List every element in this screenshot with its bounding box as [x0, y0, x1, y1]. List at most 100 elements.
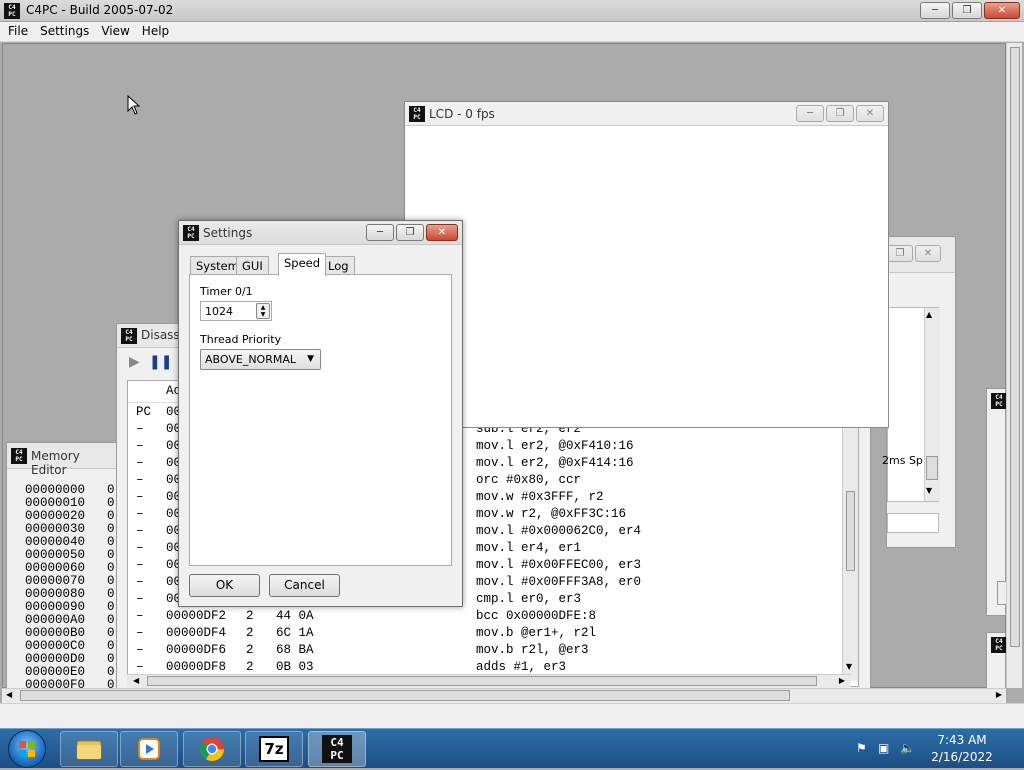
thread-priority-value: ABOVE_NORMAL	[205, 353, 296, 366]
right-edge-window[interactable]: C4 PC	[986, 388, 1007, 616]
disassembly-instr: bcc 0x00000DFE:8	[476, 609, 597, 623]
minimize-button[interactable]: ─	[920, 2, 950, 19]
tab-speed[interactable]: Speed	[278, 253, 327, 276]
lcd-close-button[interactable]: ✕	[856, 105, 884, 122]
memory-row[interactable]: 00000020 0	[25, 509, 115, 523]
main-vscrollbar[interactable]	[1006, 43, 1022, 688]
menu-file[interactable]: File	[2, 22, 34, 41]
memory-address: 00000080	[25, 587, 86, 601]
taskbar-chrome[interactable]	[183, 731, 241, 767]
lcd-restore-button[interactable]: ❐	[826, 105, 854, 122]
memory-value-fragment: 0	[107, 639, 115, 653]
menu-help[interactable]: Help	[136, 22, 175, 41]
side-window-restore-button[interactable]: ❐	[887, 245, 913, 262]
volume-icon[interactable]: 🔈	[900, 741, 916, 757]
scroll-down-icon[interactable]: ▼	[926, 486, 932, 495]
main-hscrollbar[interactable]: ◀ ▶	[2, 688, 1006, 703]
restore-button[interactable]: ❐	[952, 2, 982, 19]
scroll-left-icon[interactable]: ◀	[6, 690, 12, 699]
ok-button[interactable]: OK	[189, 574, 260, 597]
memory-value-fragment: 0	[107, 665, 115, 679]
timer-spinbox[interactable]: 1024 ▲ ▼	[200, 301, 272, 321]
disassembly-hscrollbar[interactable]: ◀ ▶	[127, 674, 851, 688]
memory-row[interactable]: 00000070 0	[25, 574, 115, 588]
disassembly-mark: –	[136, 473, 144, 487]
disassembly-hscroll-thumb[interactable]	[147, 676, 817, 686]
side-window-input[interactable]	[887, 513, 939, 533]
disassembly-len: 2	[246, 626, 254, 640]
chevron-down-icon: ▼	[307, 354, 314, 364]
app-titlebar[interactable]: C4 PC C4PC - Build 2005-07-02 ─ ❐ ✕	[0, 0, 1024, 22]
scroll-right-icon[interactable]: ▶	[996, 690, 1002, 699]
settings-restore-button[interactable]: ❐	[396, 224, 424, 241]
scroll-down-icon[interactable]: ▼	[846, 662, 852, 671]
taskbar-media-player[interactable]	[120, 731, 178, 767]
memory-editor-titlebar[interactable]: C4 PC Memory Editor	[7, 443, 117, 477]
scroll-left-icon[interactable]: ◀	[133, 676, 139, 685]
disassembly-mark: –	[136, 643, 144, 657]
settings-close-button[interactable]: ✕	[426, 224, 458, 241]
memory-editor-window[interactable]: C4 PC Memory Editor 00000000 0 00000010 0 000…	[6, 442, 118, 692]
clock-date[interactable]: 2/16/2022	[922, 750, 1002, 764]
main-hscroll-thumb[interactable]	[20, 690, 790, 701]
clock-time[interactable]: 7:43 AM	[922, 733, 1002, 747]
play-icon[interactable]: ▶	[129, 354, 140, 370]
tab-log[interactable]: Log	[322, 256, 355, 275]
memory-editor-title: Memory Editor	[31, 449, 80, 477]
menu-settings[interactable]: Settings	[34, 22, 95, 41]
memory-address: 000000B0	[25, 626, 86, 640]
memory-row[interactable]: 00000080 0	[25, 587, 115, 601]
pause-icon[interactable]: ❚❚	[149, 354, 172, 370]
lcd-window[interactable]: C4 PC LCD - 0 fps ─ ❐ ✕	[404, 101, 889, 428]
taskbar-explorer[interactable]	[60, 731, 118, 767]
memory-row[interactable]: 00000060 0	[25, 561, 115, 575]
scroll-right-icon[interactable]: ▶	[839, 676, 845, 685]
memory-row[interactable]: 000000A0 0	[25, 613, 115, 627]
close-button[interactable]: ✕	[984, 2, 1020, 19]
side-window-scrollbar[interactable]: ▲ ▼	[924, 308, 940, 501]
memory-row[interactable]: 000000B0 0	[25, 626, 115, 640]
memory-row[interactable]: 00000000 0	[25, 483, 115, 497]
scroll-up-icon[interactable]: ▲	[926, 310, 932, 319]
side-window-scroll-thumb[interactable]	[926, 456, 938, 480]
disassembly-instr: adds #1, er3	[476, 660, 567, 674]
cancel-button[interactable]: Cancel	[269, 574, 340, 597]
tab-gui[interactable]: GUI	[236, 256, 269, 275]
memory-row[interactable]: 00000040 0	[25, 535, 115, 549]
memory-row[interactable]: 000000E0 0	[25, 665, 115, 679]
settings-titlebar[interactable]: C4 PC Settings ─ ❐ ✕	[179, 221, 462, 245]
thread-priority-select[interactable]: ABOVE_NORMAL ▼	[200, 349, 321, 370]
side-window-titlebar[interactable]: ❐ ✕	[887, 237, 955, 273]
memory-address: 000000D0	[25, 652, 86, 666]
spin-updown-icon[interactable]: ▲ ▼	[256, 303, 270, 319]
disassembly-mark: –	[136, 490, 144, 504]
memory-row[interactable]: 00000010 0	[25, 496, 115, 510]
side-window-close-button[interactable]: ✕	[915, 245, 941, 262]
taskbar-7zip[interactable]: 7z	[245, 731, 303, 767]
disassembly-mark: –	[136, 507, 144, 521]
memory-value-fragment: 0	[107, 522, 115, 536]
memory-row[interactable]: 000000C0 0	[25, 639, 115, 653]
side-window-panel: 2ms Sp ▲ ▼	[882, 307, 940, 502]
memory-row[interactable]: 00000030 0	[25, 522, 115, 536]
settings-dialog[interactable]: C4 PC Settings ─ ❐ ✕ System GUI Speed Log…	[178, 220, 463, 607]
side-window[interactable]: ❐ ✕ 2ms Sp ▲ ▼	[882, 236, 956, 548]
network-icon[interactable]: ▣	[878, 741, 894, 757]
lcd-titlebar[interactable]: C4 PC LCD - 0 fps ─ ❐ ✕	[405, 102, 888, 126]
action-center-flag-icon[interactable]: ⚑	[856, 741, 872, 757]
memory-row[interactable]: 000000D0 0	[25, 652, 115, 666]
lcd-minimize-button[interactable]: ─	[796, 105, 824, 122]
settings-minimize-button[interactable]: ─	[366, 224, 394, 241]
disassembly-bytes: 6C 1A	[276, 626, 314, 640]
memory-row[interactable]: 00000090 0	[25, 600, 115, 614]
menu-view[interactable]: View	[95, 22, 135, 41]
right-edge-window-2[interactable]: C4 PC	[986, 632, 1007, 690]
disassembly-instr: mov.b @er1+, r2l	[476, 626, 597, 640]
start-button[interactable]	[8, 730, 46, 768]
main-vscroll-thumb[interactable]	[1010, 47, 1020, 647]
memory-value-fragment: 0	[107, 509, 115, 523]
disassembly-instr: mov.w #0x3FFF, r2	[476, 490, 604, 504]
taskbar-c4pc[interactable]: C4 PC	[308, 731, 366, 767]
memory-row[interactable]: 00000050 0	[25, 548, 115, 562]
disassembly-scroll-thumb[interactable]	[846, 491, 855, 571]
